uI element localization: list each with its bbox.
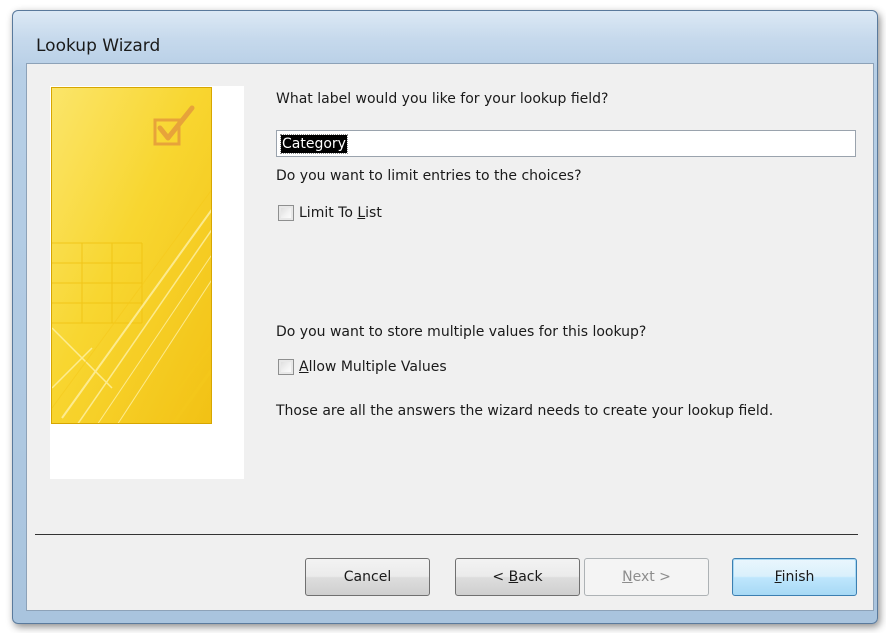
final-message-text: Those are all the answers the wizard nee… — [276, 403, 774, 419]
back-button-label-post: ack — [518, 569, 543, 585]
next-button-accelerator: N — [622, 569, 633, 585]
cancel-button[interactable]: Cancel — [305, 558, 430, 596]
allow-multiple-checkbox[interactable] — [278, 359, 294, 375]
multi-question-text: Do you want to store multiple values for… — [276, 324, 647, 340]
next-button-label-post: ext > — [632, 569, 671, 585]
window-title: Lookup Wizard — [36, 36, 161, 56]
back-button[interactable]: < Back — [455, 558, 580, 596]
allow-multiple-label[interactable]: Allow Multiple Values — [299, 359, 447, 375]
limit-question-text: Do you want to limit entries to the choi… — [276, 168, 582, 184]
cancel-button-label: Cancel — [343, 569, 392, 585]
back-button-label: < Back — [492, 569, 542, 585]
limit-to-list-label-pre: Limit To — [299, 205, 358, 221]
limit-to-list-checkbox[interactable] — [278, 205, 294, 221]
allow-multiple-label-post: llow Multiple Values — [308, 359, 447, 375]
finish-button-label-post: inish — [781, 569, 815, 585]
wizard-banner-image — [51, 87, 212, 424]
limit-to-list-label-post: ist — [365, 205, 382, 221]
title-bar[interactable]: Lookup Wizard — [13, 11, 877, 67]
label-question-text: What label would you like for your looku… — [276, 91, 609, 107]
next-button-label: Next > — [622, 569, 671, 585]
lookup-label-input[interactable]: Category — [276, 130, 856, 157]
finish-button[interactable]: Finish — [732, 558, 857, 596]
finish-button-label: Finish — [775, 569, 815, 585]
allow-multiple-accelerator: A — [299, 359, 309, 375]
back-button-label-pre: < — [492, 569, 509, 585]
limit-to-list-option[interactable]: Limit To List — [278, 205, 382, 221]
finish-button-accelerator: F — [774, 569, 782, 585]
wizard-banner-checkbox-icon — [52, 88, 211, 423]
allow-multiple-option[interactable]: Allow Multiple Values — [278, 359, 447, 375]
next-button[interactable]: Next > — [584, 558, 709, 596]
limit-to-list-accelerator: L — [357, 205, 366, 221]
button-separator — [35, 534, 858, 535]
lookup-label-value[interactable]: Category — [280, 134, 348, 154]
back-button-accelerator: B — [508, 569, 519, 585]
limit-to-list-label[interactable]: Limit To List — [299, 205, 382, 221]
